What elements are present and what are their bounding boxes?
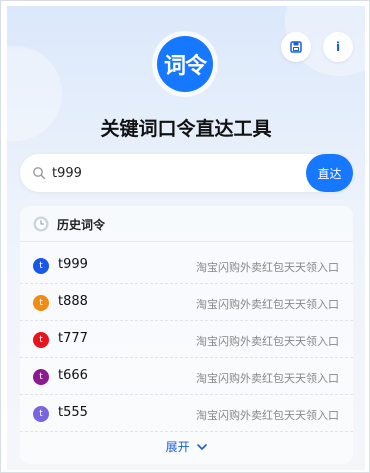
item-badge: t bbox=[33, 406, 49, 422]
history-card: 历史词令 t t999 淘宝闪购外卖红包天天领入口 t t888 淘宝闪购外卖红… bbox=[20, 206, 353, 464]
history-item[interactable]: t t999 淘宝闪购外卖红包天天领入口 bbox=[20, 247, 353, 284]
search-bar: 直达 bbox=[20, 154, 353, 192]
clock-icon bbox=[33, 216, 49, 232]
go-button[interactable]: 直达 bbox=[306, 154, 353, 192]
search-input[interactable] bbox=[52, 162, 292, 184]
item-description: 淘宝闪购外卖红包天天领入口 bbox=[196, 298, 339, 311]
history-item[interactable]: t t555 淘宝闪购外卖红包天天领入口 bbox=[20, 395, 353, 432]
expand-label: 展开 bbox=[165, 440, 190, 454]
item-badge: t bbox=[33, 295, 49, 311]
item-badge: t bbox=[33, 369, 49, 385]
item-description: 淘宝闪购外卖红包天天领入口 bbox=[196, 261, 339, 274]
chevron-down-icon bbox=[197, 444, 208, 450]
item-code: t999 bbox=[58, 257, 88, 272]
item-description: 淘宝闪购外卖红包天天领入口 bbox=[196, 409, 339, 422]
item-description: 淘宝闪购外卖红包天天领入口 bbox=[196, 335, 339, 348]
info-icon: i bbox=[335, 40, 341, 54]
app-logo: 词令 bbox=[157, 36, 213, 92]
app-screen: 词令 i 关键词口令直达工具 直达 bbox=[7, 6, 365, 470]
item-code: t666 bbox=[58, 368, 88, 383]
expand-button[interactable]: 展开 bbox=[20, 438, 353, 455]
item-badge: t bbox=[33, 258, 49, 274]
history-item[interactable]: t t666 淘宝闪购外卖红包天天领入口 bbox=[20, 358, 353, 395]
item-code: t777 bbox=[58, 331, 88, 346]
history-item[interactable]: t t888 淘宝闪购外卖红包天天领入口 bbox=[20, 284, 353, 321]
history-header: 历史词令 bbox=[20, 206, 353, 242]
info-button[interactable]: i bbox=[323, 32, 353, 62]
save-button[interactable] bbox=[281, 32, 311, 62]
search-icon bbox=[33, 167, 46, 180]
item-badge: t bbox=[33, 332, 49, 348]
logo-container: 词令 bbox=[152, 31, 218, 97]
item-code: t888 bbox=[58, 294, 88, 309]
history-title: 历史词令 bbox=[57, 218, 106, 232]
app-frame: 词令 i 关键词口令直达工具 直达 bbox=[0, 0, 370, 473]
floppy-disk-icon bbox=[290, 41, 302, 53]
item-code: t555 bbox=[58, 405, 88, 420]
page-title: 关键词口令直达工具 bbox=[100, 118, 272, 140]
item-description: 淘宝闪购外卖红包天天领入口 bbox=[196, 372, 339, 385]
history-item[interactable]: t t777 淘宝闪购外卖红包天天领入口 bbox=[20, 321, 353, 358]
